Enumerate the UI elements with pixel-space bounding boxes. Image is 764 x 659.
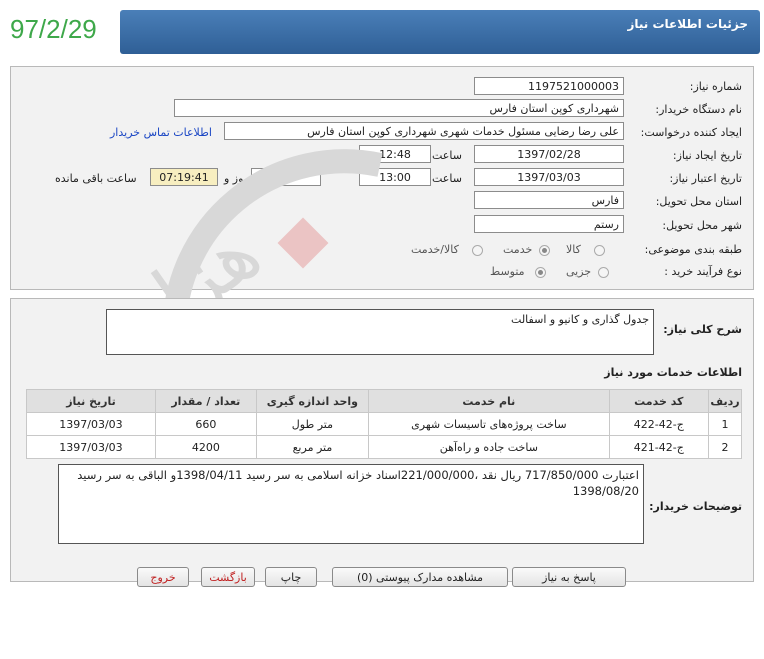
need-number-field: 1197521000003 — [474, 77, 624, 95]
col-header-date: تاریخ نیاز — [26, 389, 156, 413]
cell-code: ج-42-421 — [608, 435, 710, 459]
col-header-name: نام خدمت — [368, 389, 610, 413]
cell-code: ج-42-422 — [608, 412, 710, 436]
requester-label: ایجاد کننده درخواست: — [640, 126, 742, 139]
process-medium-radio[interactable] — [535, 267, 546, 278]
col-header-unit: واحد اندازه گیری — [255, 389, 370, 413]
description-text: جدول گذاری و کانیو و اسفالت — [511, 313, 649, 326]
days-label: روز و — [224, 172, 249, 185]
reply-button[interactable]: پاسخ به نیاز — [512, 567, 626, 587]
attachments-button[interactable]: مشاهده مدارک پیوستی (0) — [332, 567, 508, 587]
services-title: اطلاعات خدمات مورد نیاز — [604, 366, 742, 379]
category-both-label: کالا/خدمت — [411, 243, 459, 256]
back-button[interactable]: بازگشت — [201, 567, 255, 587]
cell-row-index: 1 — [708, 412, 742, 436]
valid-time-field: 13:00 — [359, 168, 431, 186]
remaining-time-field: 07:19:41 — [150, 168, 218, 186]
description-box: جدول گذاری و کانیو و اسفالت — [106, 309, 654, 355]
buyer-notes-line1: اعتبارت 717/850/000 ریال نقد ،221/000/00… — [77, 468, 639, 482]
buyer-notes-box: اعتبارت 717/850/000 ریال نقد ،221/000/00… — [58, 464, 644, 544]
created-time-field: 12:48 — [359, 145, 431, 163]
valid-date-label: تاریخ اعتبار نیاز: — [669, 172, 742, 185]
remaining-label: ساعت باقی مانده — [55, 172, 137, 185]
col-header-code: کد خدمت — [608, 389, 710, 413]
process-medium-label: متوسط — [490, 265, 525, 278]
col-header-qty: تعداد / مقدار — [154, 389, 257, 413]
process-minor-radio[interactable] — [598, 267, 609, 278]
cell-date: 1397/03/03 — [26, 412, 156, 436]
buyer-org-field: شهرداری کوپن استان فارس — [174, 99, 624, 117]
buyer-contact-link[interactable]: اطلاعات تماس خریدار — [110, 126, 212, 139]
category-service-label: خدمت — [503, 243, 533, 256]
category-goods-label: کالا — [566, 243, 581, 256]
table-row: 1 ج-42-422 ساخت پروژه‌های تاسیسات شهری م… — [26, 412, 742, 436]
created-date-field: 1397/02/28 — [474, 145, 624, 163]
table-row: 2 ج-42-421 ساخت جاده و راه‌آهن متر مربع … — [26, 435, 742, 459]
category-goods-radio[interactable] — [594, 245, 605, 256]
created-time-label: ساعت — [432, 149, 462, 162]
cell-name: ساخت جاده و راه‌آهن — [368, 435, 610, 459]
cell-unit: متر مربع — [255, 435, 370, 459]
buyer-org-label: نام دستگاه خریدار: — [655, 103, 742, 116]
created-date-label: تاریخ ایجاد نیاز: — [672, 149, 742, 162]
cell-qty: 4200 — [154, 435, 257, 459]
header-area: جزئیات اطلاعات نیاز 97/2/29 — [0, 0, 764, 58]
province-label: استان محل تحویل: — [655, 195, 742, 208]
description-label: شرح کلی نیاز: — [663, 323, 742, 336]
province-field: فارس — [474, 191, 624, 209]
process-label: نوع فرآیند خرید : — [664, 265, 742, 278]
category-both-radio[interactable] — [472, 245, 483, 256]
cell-unit: متر طول — [255, 412, 370, 436]
remaining-days-field: 5 — [251, 168, 321, 186]
buyer-notes-line2: 1398/08/20 — [572, 484, 639, 498]
city-field: رستم — [474, 215, 624, 233]
valid-date-field: 1397/03/03 — [474, 168, 624, 186]
print-button[interactable]: چاپ — [265, 567, 317, 587]
category-label: طبقه بندی موضوعی: — [644, 243, 742, 256]
cell-name: ساخت پروژه‌های تاسیسات شهری — [368, 412, 610, 436]
cell-date: 1397/03/03 — [26, 435, 156, 459]
exit-button[interactable]: خروج — [137, 567, 189, 587]
col-header-row: ردیف — [708, 389, 742, 413]
city-label: شهر محل تحویل: — [662, 219, 742, 232]
services-table: ردیف کد خدمت نام خدمت واحد اندازه گیری ت… — [26, 389, 742, 459]
cell-row-index: 2 — [708, 435, 742, 459]
requester-field: علی رضا رضایی مسئول خدمات شهری شهرداری ک… — [224, 122, 624, 140]
category-service-radio[interactable] — [539, 245, 550, 256]
buyer-notes-label: توضیحات خریدار: — [649, 500, 742, 513]
cell-qty: 660 — [154, 412, 257, 436]
need-number-label: شماره نیاز: — [689, 80, 742, 93]
table-header-row: ردیف کد خدمت نام خدمت واحد اندازه گیری ت… — [26, 389, 742, 413]
valid-time-label: ساعت — [432, 172, 462, 185]
page-title: جزئیات اطلاعات نیاز — [627, 17, 748, 31]
date-stamp: 97/2/29 — [10, 14, 97, 44]
process-minor-label: جزیی — [566, 265, 592, 278]
